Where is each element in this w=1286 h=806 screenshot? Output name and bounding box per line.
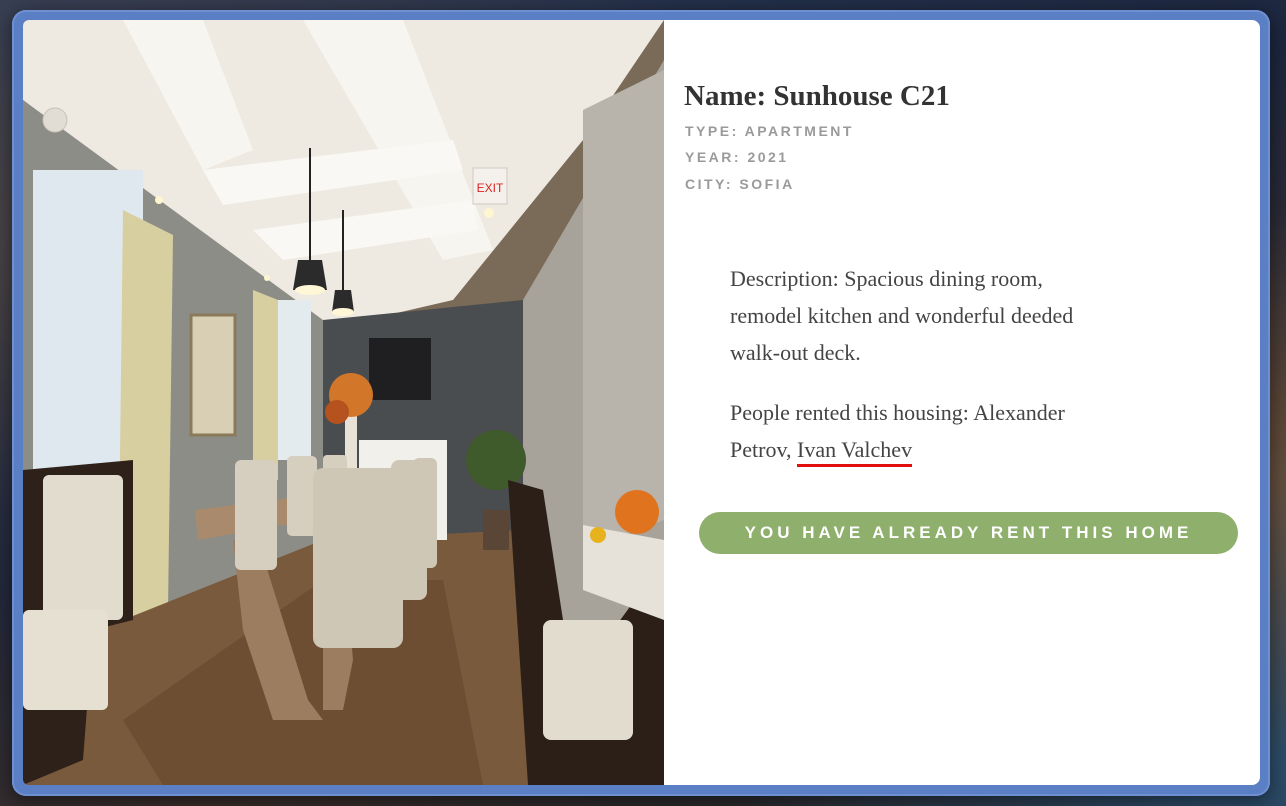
renters-list: People rented this housing: Alexander Pe… [730,394,1110,468]
listing-card-inner: EXIT Name: Sunhouse C21 TYPE: APARTMENT … [23,20,1260,785]
already-rented-button[interactable]: YOU HAVE ALREADY RENT THIS HOME [699,512,1238,554]
exit-sign-text: EXIT [477,181,504,195]
listing-photo: EXIT [23,20,664,785]
listing-details: Name: Sunhouse C21 TYPE: APARTMENT YEAR:… [664,20,1260,785]
listing-card: EXIT Name: Sunhouse C21 TYPE: APARTMENT … [12,10,1270,796]
dining-room-image: EXIT [23,20,664,785]
listing-name: Name: Sunhouse C21 [684,80,950,112]
listing-description: Description: Spacious dining room, remod… [730,266,1074,365]
listing-year: YEAR: 2021 [685,149,789,165]
listing-type: TYPE: APARTMENT [685,123,854,139]
listing-city: CITY: SOFIA [685,176,795,192]
renters-prefix: People rented this housing: [730,400,974,425]
renter-separator: , [786,437,798,462]
renter-name-current-user: Ivan Valchev [797,437,913,467]
